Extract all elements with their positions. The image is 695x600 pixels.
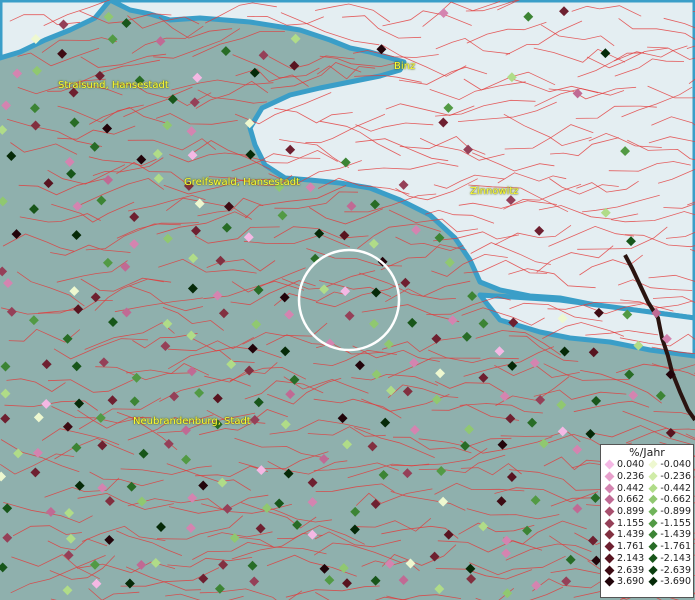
legend-row: 2.143 -2.143: [603, 553, 691, 565]
legend-swatch: [648, 495, 658, 505]
legend-row: 0.442 -0.442: [603, 482, 691, 494]
legend-row: 0.662 -0.662: [603, 494, 691, 506]
legend-swatch: [604, 541, 615, 552]
legend-positive-entry: 0.040: [603, 459, 647, 470]
legend-positive-entry: 2.143: [603, 553, 647, 564]
legend-swatch: [604, 494, 615, 505]
legend-value: -1.155: [660, 517, 691, 529]
legend-negative-entry: -1.761: [647, 541, 691, 552]
legend-swatch: [604, 471, 615, 482]
legend-swatch: [604, 506, 615, 517]
legend-value: 0.040: [617, 459, 645, 471]
legend-value: -3.690: [660, 576, 691, 588]
legend-positive-entry: 0.899: [603, 506, 647, 517]
legend-value: -2.639: [660, 564, 691, 576]
legend-positive-entry: 0.236: [603, 471, 647, 482]
legend-value: -0.442: [660, 482, 691, 494]
legend-swatch: [648, 541, 658, 552]
legend-positive-entry: 0.442: [603, 483, 647, 494]
legend-value: 0.899: [617, 506, 645, 518]
legend-negative-entry: -0.040: [647, 459, 691, 470]
legend-row: 2.639 -2.639: [603, 564, 691, 576]
legend-negative-entry: -0.899: [647, 506, 691, 517]
legend-positive-entry: 3.690: [603, 576, 647, 587]
legend-row: 1.155 -1.155: [603, 517, 691, 529]
legend-rows: 0.040 -0.040 0.236 -0.236 0.442 -0.442 0.662 -0…: [603, 459, 691, 588]
legend-value: 1.761: [617, 541, 645, 553]
legend-positive-entry: 1.155: [603, 518, 647, 529]
legend-value: -1.761: [660, 541, 691, 553]
legend-value: 1.155: [617, 517, 645, 529]
legend-swatch: [604, 530, 615, 540]
place-label-stralsund[interactable]: Stralsund, Hansestadt: [58, 80, 169, 91]
legend-value: 2.143: [617, 552, 645, 564]
legend-swatch: [604, 518, 615, 529]
legend-negative-entry: -0.236: [647, 471, 691, 482]
legend-positive-entry: 2.639: [603, 565, 647, 576]
legend-swatch: [648, 518, 658, 529]
legend-negative-entry: -0.442: [647, 483, 691, 494]
legend-value: 0.442: [617, 482, 645, 494]
legend-row: 3.690 -3.690: [603, 576, 691, 588]
legend-positive-entry: 1.439: [603, 529, 647, 540]
legend-positive-entry: 0.662: [603, 494, 647, 505]
legend-value: -1.439: [660, 529, 691, 541]
legend-row: 1.761 -1.761: [603, 541, 691, 553]
legend-row: 0.236 -0.236: [603, 471, 691, 483]
legend-swatch: [604, 576, 615, 587]
legend-negative-entry: -1.155: [647, 518, 691, 529]
legend-value: -0.236: [660, 471, 691, 483]
legend-negative-entry: -2.143: [647, 553, 691, 564]
legend-value: 0.662: [617, 494, 645, 506]
legend-value: 1.439: [617, 529, 645, 541]
legend-row: 1.439 -1.439: [603, 529, 691, 541]
legend-swatch: [648, 565, 658, 575]
legend-value: -0.899: [660, 506, 691, 518]
legend: %/Jahr 0.040 -0.040 0.236 -0.236 0.442 -0.442…: [600, 444, 694, 598]
legend-row: 0.040 -0.040: [603, 459, 691, 471]
legend-value: 0.236: [617, 471, 645, 483]
legend-swatch: [648, 576, 658, 587]
legend-value: -2.143: [660, 552, 691, 564]
map-view[interactable]: Stralsund, Hansestadt Binz Greifswald, H…: [0, 0, 695, 600]
legend-negative-entry: -0.662: [647, 494, 691, 505]
legend-swatch: [648, 460, 658, 470]
legend-swatch: [604, 459, 615, 470]
legend-swatch: [648, 506, 658, 517]
legend-value: -0.662: [660, 494, 691, 506]
place-label-neubrandenburg[interactable]: Neubrandenburg, Stadt: [133, 416, 251, 427]
legend-value: 2.639: [617, 564, 645, 576]
legend-swatch: [648, 483, 658, 493]
legend-swatch: [604, 553, 615, 564]
place-label-greifswald[interactable]: Greifswald, Hansestadt: [184, 177, 300, 188]
legend-swatch: [648, 553, 658, 564]
legend-value: 3.690: [617, 576, 645, 588]
legend-value: -0.040: [660, 459, 691, 471]
legend-title: %/Jahr: [629, 446, 665, 459]
legend-swatch: [648, 471, 658, 482]
legend-negative-entry: -1.439: [647, 529, 691, 540]
legend-negative-entry: -2.639: [647, 565, 691, 576]
legend-row: 0.899 -0.899: [603, 506, 691, 518]
legend-negative-entry: -3.690: [647, 576, 691, 587]
legend-swatch: [604, 483, 615, 494]
legend-swatch: [604, 565, 615, 575]
legend-positive-entry: 1.761: [603, 541, 647, 552]
place-label-binz[interactable]: Binz: [394, 61, 415, 72]
place-label-zinnowitz[interactable]: Zinnowitz: [470, 186, 519, 197]
legend-swatch: [648, 530, 658, 540]
